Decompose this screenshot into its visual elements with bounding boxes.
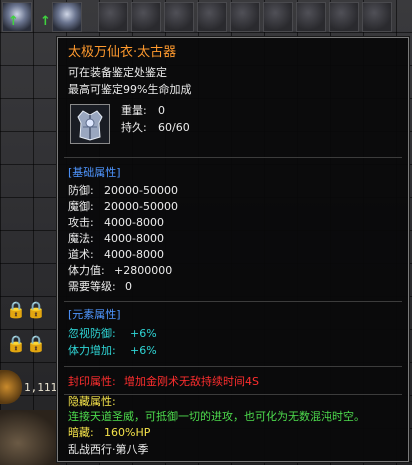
item-name: 太极万仙衣·太古器: [68, 45, 177, 60]
weight-value: 0: [158, 104, 165, 117]
base-stat-value: 20000-50000: [104, 200, 178, 213]
base-stat-value: 0: [125, 280, 132, 293]
season-text: 乱战西行·第八季: [68, 443, 149, 456]
element-stat-label: 忽视防御:: [68, 327, 116, 340]
seal-label: 封印属性:: [68, 375, 116, 388]
base-stat-value: 20000-50000: [104, 184, 178, 197]
element-stat-value: +6%: [130, 344, 157, 357]
inventory-slot[interactable]: [362, 2, 392, 32]
lock-icon: 🔒: [26, 300, 46, 319]
base-stat-label: 魔御:: [68, 200, 94, 213]
hidden-attr-label: 隐藏属性:: [68, 395, 116, 408]
inventory-slot[interactable]: [164, 2, 194, 32]
element-section-title: [元素属性]: [68, 308, 121, 321]
base-stat-label: 道术:: [68, 248, 94, 261]
appraisal-line-2: 最高可鉴定99%生命加成: [68, 83, 192, 96]
inventory-slot[interactable]: [98, 2, 128, 32]
element-stat-value: +6%: [130, 327, 157, 340]
upgrade-arrow-icon: ↑: [8, 14, 19, 29]
inventory-slot[interactable]: [263, 2, 293, 32]
lock-icon: 🔒: [26, 334, 46, 353]
dark-label: 暗藏:: [68, 426, 94, 439]
durability-label: 持久:: [121, 121, 147, 134]
armor-icon: [71, 105, 109, 143]
inventory-slot[interactable]: [329, 2, 359, 32]
inventory-slot[interactable]: [296, 2, 326, 32]
divider: [64, 366, 402, 367]
durability-value: 60/60: [158, 121, 190, 134]
inventory-slot[interactable]: [230, 2, 260, 32]
item-armor-icon: [70, 104, 110, 144]
divider: [64, 157, 402, 158]
inventory-slot[interactable]: [197, 2, 227, 32]
divider: [64, 301, 402, 302]
base-stat-label: 攻击:: [68, 216, 94, 229]
base-section-title: [基础属性]: [68, 166, 121, 179]
base-stat-label: 体力值:: [68, 264, 105, 277]
base-stat-label: 魔法:: [68, 232, 94, 245]
base-stat-label: 防御:: [68, 184, 94, 197]
base-stat-label: 需要等级:: [68, 280, 116, 293]
dark-text: 160%HP: [104, 426, 151, 439]
item-tooltip: 太极万仙衣·太古器 可在装备鉴定处鉴定 最高可鉴定99%生命加成 重量: 0 持…: [57, 37, 409, 462]
upgrade-arrow-icon: ↑: [40, 14, 51, 29]
base-stat-value: +2800000: [114, 264, 173, 277]
base-stat-value: 4000-8000: [104, 232, 164, 245]
dragon-ornament: [0, 410, 60, 465]
appraisal-line-1: 可在装备鉴定处鉴定: [68, 66, 167, 79]
inventory-slot[interactable]: [131, 2, 161, 32]
weight-label: 重量:: [121, 104, 147, 117]
base-stat-value: 4000-8000: [104, 248, 164, 261]
element-stat-label: 体力增加:: [68, 344, 116, 357]
inventory-slot[interactable]: [52, 2, 82, 32]
hidden-attr-text: 连接天道圣威，可抵御一切的进攻，也可化为无数混沌时空。: [68, 410, 365, 423]
gold-amount: 1,111: [24, 381, 58, 394]
base-stat-value: 4000-8000: [104, 216, 164, 229]
seal-text: 增加金刚术无敌持续时间4S: [124, 375, 259, 388]
